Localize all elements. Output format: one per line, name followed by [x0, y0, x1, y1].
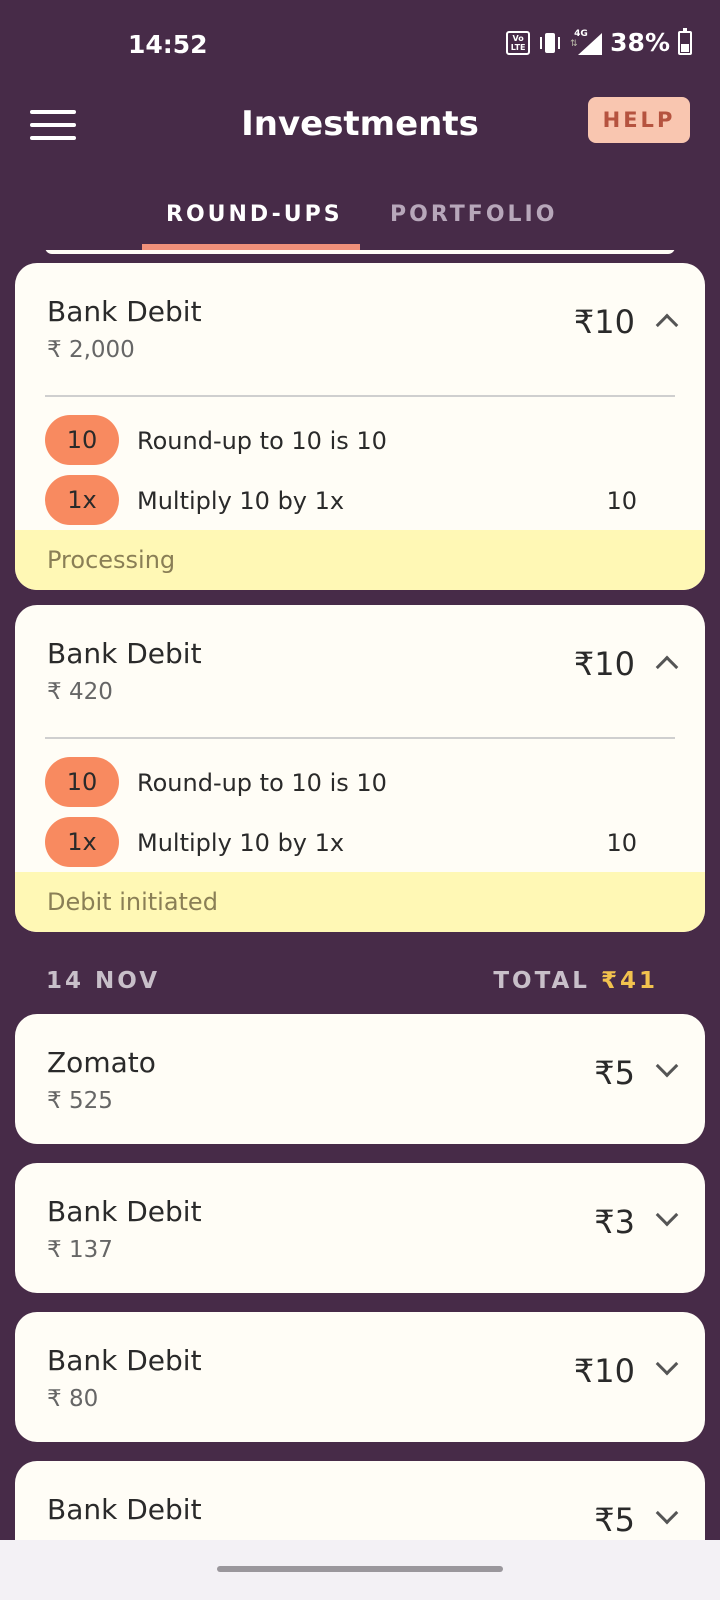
multiplier-description: Multiply 10 by 1x	[137, 487, 345, 515]
transaction-card[interactable]: Bank Debit ₹ 80 ₹10	[15, 1312, 705, 1442]
status-strip: Debit initiated	[15, 872, 705, 932]
round-up-pill: 10	[45, 415, 119, 465]
vibrate-icon	[538, 31, 562, 55]
status-bar: 14:52 Vo LTE ⇅ 4G 38%	[0, 0, 720, 92]
volte-icon: Vo LTE	[506, 30, 531, 55]
multiplier-value: 10	[606, 487, 637, 515]
transaction-title: Bank Debit	[47, 1195, 202, 1228]
transaction-card-expanded[interactable]: Bank Debit ₹ 2,000 ₹10 10 Round-up to 10…	[15, 263, 705, 590]
chevron-up-icon[interactable]	[655, 313, 679, 337]
round-up-amount: ₹10	[573, 303, 635, 341]
transaction-amount: ₹ 420	[47, 679, 113, 705]
chevron-down-icon[interactable]	[655, 1501, 679, 1525]
round-up-description: Round-up to 10 is 10	[137, 427, 387, 455]
transaction-title: Bank Debit	[47, 295, 202, 328]
multiplier-value: 10	[606, 829, 637, 857]
signal-icon: ⇅ 4G	[570, 29, 603, 55]
transaction-title: Bank Debit	[47, 1344, 202, 1377]
status-strip: Processing	[15, 530, 705, 590]
round-up-amount: ₹5	[594, 1054, 635, 1092]
chevron-up-icon[interactable]	[655, 655, 679, 679]
transaction-title: Zomato	[47, 1046, 156, 1079]
group-total: TOTAL ₹41	[493, 968, 658, 994]
chevron-down-icon[interactable]	[655, 1203, 679, 1227]
help-button[interactable]: HELP	[588, 97, 690, 143]
round-up-amount: ₹10	[573, 645, 635, 683]
app-bar: Investments HELP	[0, 92, 720, 162]
multiplier-pill: 1x	[45, 475, 119, 525]
transaction-card[interactable]: Zomato ₹ 525 ₹5	[15, 1014, 705, 1144]
transaction-title: Bank Debit	[47, 1493, 202, 1526]
transaction-card[interactable]: Bank Debit ₹ 137 ₹3	[15, 1163, 705, 1293]
multiplier-description: Multiply 10 by 1x	[137, 829, 345, 857]
date-group-header: 14 NOV TOTAL ₹41	[0, 968, 720, 1008]
round-ups-list[interactable]: Bank Debit ₹ 2,000 ₹10 10 Round-up to 10…	[0, 250, 720, 1540]
multiplier-pill: 1x	[45, 817, 119, 867]
home-indicator[interactable]	[217, 1566, 503, 1572]
transaction-amount: ₹ 2,000	[47, 337, 135, 363]
round-up-amount: ₹3	[594, 1203, 635, 1241]
round-up-description: Round-up to 10 is 10	[137, 769, 387, 797]
tab-portfolio[interactable]: PORTFOLIO	[390, 202, 557, 227]
transaction-card-expanded[interactable]: Bank Debit ₹ 420 ₹10 10 Round-up to 10 i…	[15, 605, 705, 932]
card-divider	[45, 395, 675, 397]
tab-round-ups[interactable]: ROUND-UPS	[166, 202, 343, 227]
group-date: 14 NOV	[46, 968, 160, 994]
battery-percentage: 38%	[610, 28, 670, 57]
battery-icon	[678, 27, 692, 55]
round-up-pill: 10	[45, 757, 119, 807]
transaction-amount: ₹ 525	[47, 1088, 113, 1114]
card-divider	[45, 737, 675, 739]
transaction-card[interactable]: Bank Debit ₹5	[15, 1461, 705, 1540]
previous-card-edge	[45, 250, 675, 254]
status-text: Debit initiated	[47, 888, 218, 916]
status-icons: Vo LTE ⇅ 4G 38%	[506, 27, 692, 57]
total-amount: ₹41	[600, 968, 658, 994]
chevron-down-icon[interactable]	[655, 1352, 679, 1376]
total-label: TOTAL	[493, 968, 590, 994]
transaction-amount: ₹ 80	[47, 1386, 99, 1412]
transaction-amount: ₹ 137	[47, 1237, 113, 1263]
tab-bar: ROUND-UPS PORTFOLIO	[0, 190, 720, 250]
chevron-down-icon[interactable]	[655, 1054, 679, 1078]
round-up-amount: ₹10	[573, 1352, 635, 1390]
round-up-amount: ₹5	[594, 1501, 635, 1539]
system-nav-bar	[0, 1540, 720, 1600]
transaction-title: Bank Debit	[47, 637, 202, 670]
status-time: 14:52	[128, 30, 208, 59]
status-text: Processing	[47, 546, 176, 574]
